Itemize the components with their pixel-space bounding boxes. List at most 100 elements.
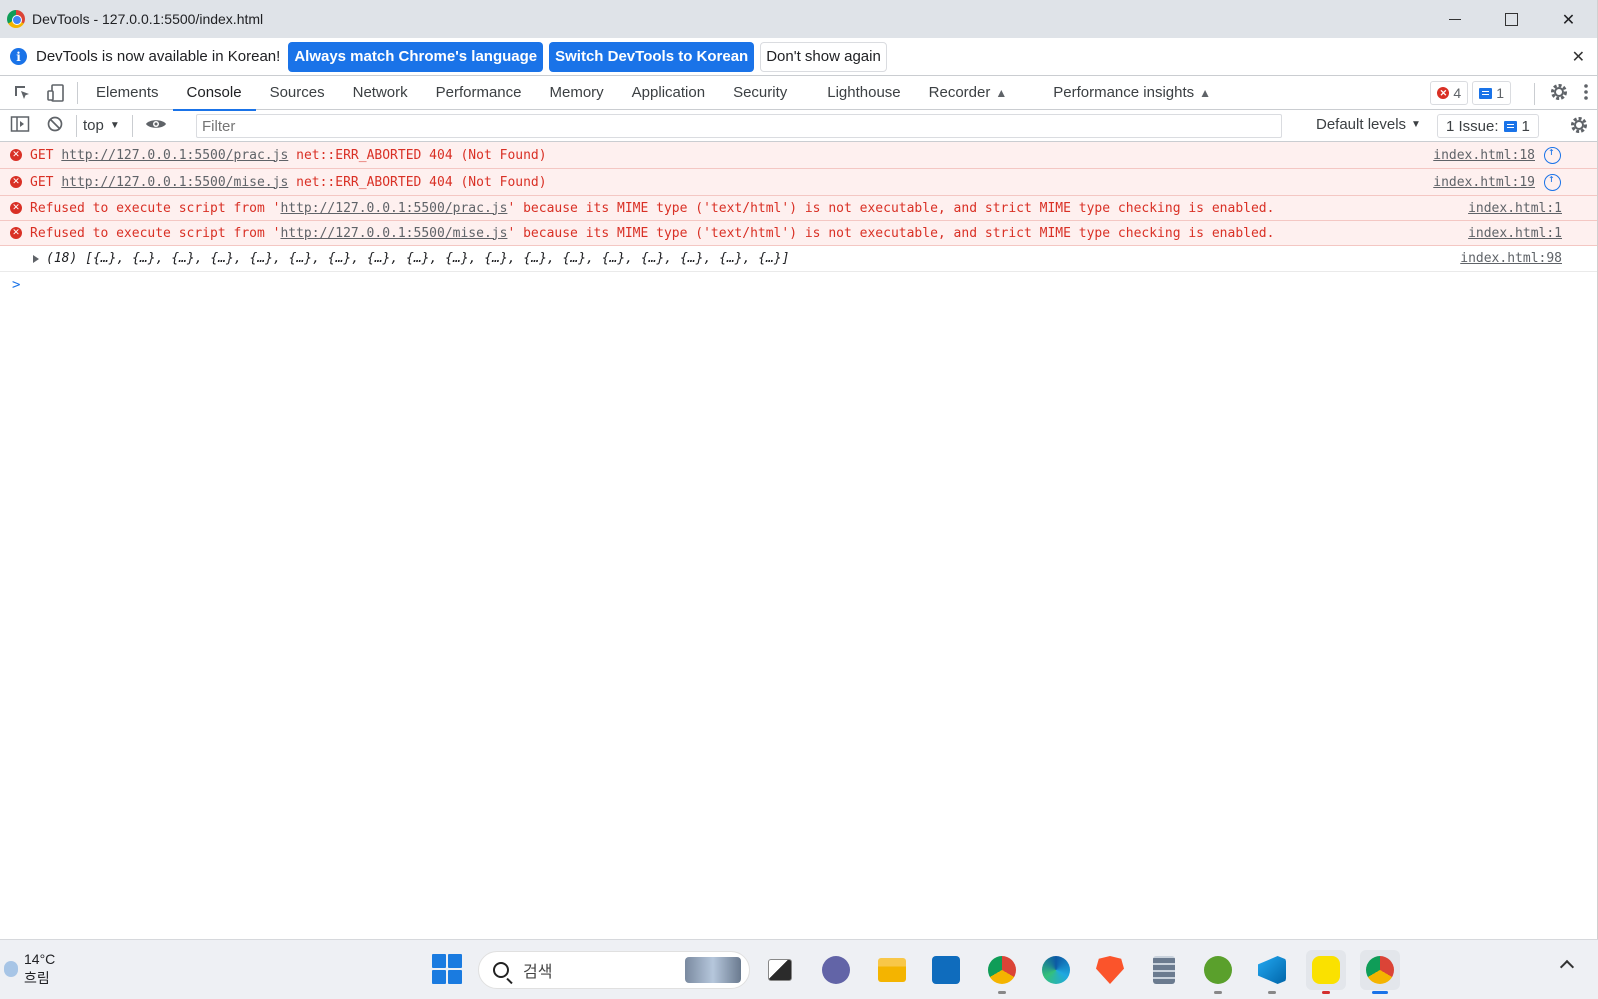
task-view-button[interactable] [760, 950, 800, 990]
tab-performance-insights[interactable]: Performance insights ▲ [1039, 76, 1225, 110]
tab-security[interactable]: Security [719, 76, 801, 110]
vscode-button[interactable] [1252, 950, 1292, 994]
maximize-button[interactable] [1483, 0, 1540, 38]
folder-icon [878, 958, 906, 982]
context-selector[interactable]: top ▼ [83, 117, 120, 134]
message-url-link[interactable]: http://127.0.0.1:5500/prac.js [280, 201, 507, 216]
console-messages: ✕ GET http://127.0.0.1:5500/prac.js net:… [0, 142, 1597, 298]
error-icon: ✕ [10, 202, 22, 214]
window-title: DevTools - 127.0.0.1:5500/index.html [32, 11, 264, 27]
message-url-link[interactable]: http://127.0.0.1:5500/mise.js [280, 226, 507, 241]
chevron-down-icon: ▼ [1411, 119, 1421, 130]
tab-console[interactable]: Console [172, 76, 256, 111]
tab-application[interactable]: Application [618, 76, 719, 110]
message-text: Refused to execute script from 'http://1… [30, 225, 1275, 241]
message-icon [1479, 87, 1493, 99]
minimize-button[interactable] [1426, 0, 1483, 38]
close-window-button[interactable]: ✕ [1540, 0, 1597, 38]
issues-counter[interactable]: 1 Issue: 1 [1437, 114, 1539, 138]
clear-icon[interactable] [46, 115, 64, 136]
tab-elements[interactable]: Elements [82, 76, 173, 110]
cloud-icon [4, 961, 18, 977]
source-link[interactable]: index.html:19 [1433, 175, 1535, 190]
console-settings-icon[interactable] [1569, 115, 1589, 138]
divider [76, 114, 77, 137]
message-url-link[interactable]: http://127.0.0.1:5500/mise.js [61, 175, 288, 190]
error-count: 4 [1453, 85, 1462, 101]
tab-recorder-label: Recorder [928, 84, 991, 101]
expand-triangle-icon[interactable] [33, 254, 39, 263]
message-count-badge[interactable]: 1 [1472, 81, 1511, 105]
network-request-icon[interactable] [1544, 172, 1561, 191]
sidebar-icon[interactable] [10, 115, 30, 136]
more-icon[interactable] [1583, 82, 1589, 105]
calculator-icon [1153, 956, 1175, 984]
ms-store-button[interactable] [926, 950, 966, 990]
message-url-link[interactable]: http://127.0.0.1:5500/prac.js [61, 148, 288, 163]
calculator-button[interactable] [1144, 950, 1184, 990]
source-link[interactable]: index.html:98 [1460, 251, 1562, 266]
network-request-icon[interactable] [1544, 145, 1561, 164]
weather-text: 14°C 흐림 [24, 950, 55, 988]
chat-icon [822, 956, 850, 984]
source-link[interactable]: index.html:1 [1468, 226, 1562, 241]
dont-show-again-button[interactable]: Don't show again [760, 41, 887, 72]
tabs-right-controls [1534, 82, 1589, 105]
console-prompt[interactable]: > [0, 272, 1597, 298]
always-match-language-button[interactable]: Always match Chrome's language [288, 41, 544, 72]
language-infobar: i DevTools is now available in Korean! A… [0, 38, 1597, 76]
weather-widget[interactable]: 14°C 흐림 [4, 950, 55, 988]
source-link[interactable]: index.html:18 [1433, 148, 1535, 163]
device-toggle-icon[interactable] [45, 82, 67, 104]
message-text: Refused to execute script from 'http://1… [30, 200, 1275, 216]
console-message-row: ✕ Refused to execute script from 'http:/… [0, 196, 1597, 221]
devtools-tabs-bar: Elements Console Sources Network Perform… [0, 76, 1597, 111]
file-explorer-button[interactable] [872, 950, 912, 990]
tab-lighthouse[interactable]: Lighthouse [813, 76, 914, 110]
edge-button[interactable] [1036, 950, 1076, 990]
log-text[interactable]: (18) [{…}, {…}, {…}, {…}, {…}, {…}, {…},… [46, 251, 790, 266]
source-link[interactable]: index.html:1 [1468, 201, 1562, 216]
log-levels-dropdown[interactable]: Default levels ▼ [1316, 116, 1421, 133]
inspect-icon[interactable] [11, 82, 33, 104]
divider [1534, 82, 1535, 105]
search-highlight-image [685, 957, 741, 983]
running-indicator [1268, 991, 1276, 994]
gear-icon[interactable] [1549, 82, 1569, 105]
tab-performance[interactable]: Performance [422, 76, 536, 110]
brave-lion-icon [1096, 956, 1124, 984]
tab-recorder[interactable]: Recorder ▲ [915, 76, 1022, 110]
tab-network[interactable]: Network [339, 76, 422, 110]
running-indicator [1322, 991, 1330, 994]
error-icon: ✕ [10, 227, 22, 239]
brave-button[interactable] [1090, 950, 1130, 990]
chrome-devtools-taskbar-button[interactable] [1360, 950, 1400, 994]
message-text: GET http://127.0.0.1:5500/mise.js net::E… [30, 174, 547, 190]
close-infobar-icon[interactable]: ✕ [1572, 47, 1585, 67]
context-label: top [83, 117, 104, 134]
start-button[interactable] [432, 954, 462, 984]
chrome-icon [988, 956, 1016, 984]
info-icon: i [10, 48, 27, 65]
taskbar-search[interactable]: 검색 [478, 951, 750, 989]
switch-to-korean-button[interactable]: Switch DevTools to Korean [549, 41, 755, 72]
chevron-up-icon[interactable] [1559, 959, 1575, 975]
status-badges: ✕ 4 1 [1430, 81, 1511, 105]
filter-input[interactable] [196, 114, 1282, 138]
windows-taskbar: 14°C 흐림 검색 [0, 939, 1598, 999]
devtools-window: DevTools - 127.0.0.1:5500/index.html ✕ i… [0, 0, 1598, 939]
kakaotalk-button[interactable] [1306, 950, 1346, 994]
task-view-icon [768, 959, 792, 981]
chevron-down-icon: ▼ [109, 120, 120, 131]
chrome-icon [1366, 956, 1394, 984]
tab-memory[interactable]: Memory [536, 76, 618, 110]
eye-icon[interactable] [145, 117, 167, 134]
teams-chat-button[interactable] [816, 950, 856, 990]
kakaotalk-icon [1312, 956, 1340, 984]
chrome-taskbar-button[interactable] [982, 950, 1022, 994]
error-count-badge[interactable]: ✕ 4 [1430, 81, 1469, 105]
divider [77, 81, 78, 104]
tab-sources[interactable]: Sources [256, 76, 339, 110]
utorrent-button[interactable] [1198, 950, 1238, 994]
issues-label: 1 Issue: [1446, 117, 1499, 135]
